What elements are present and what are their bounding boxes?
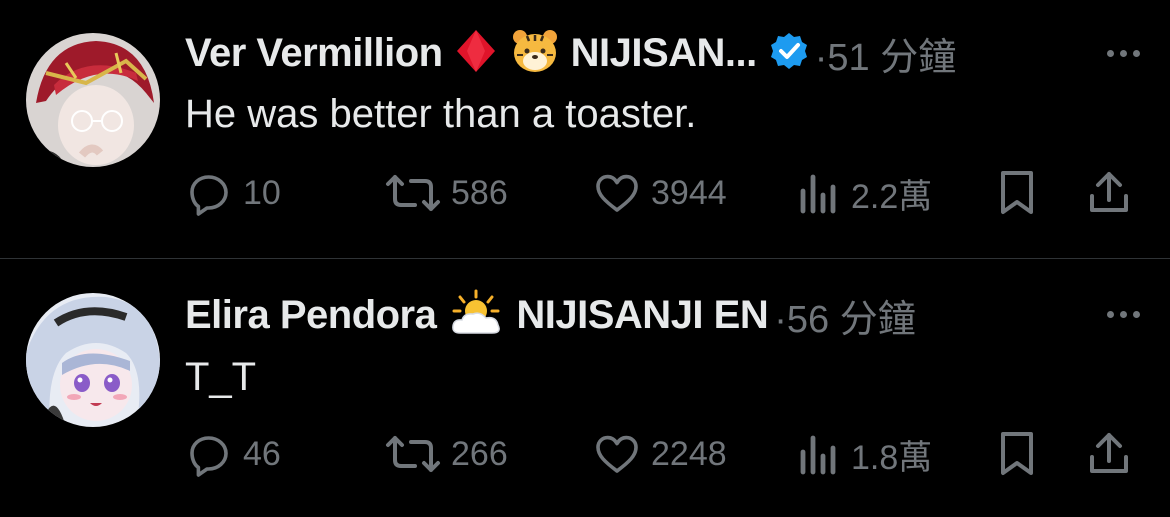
reply-icon <box>190 436 228 477</box>
author-org: NIJISANJI EN <box>516 292 769 337</box>
reply-icon <box>190 175 228 216</box>
author-name[interactable]: Ver Vermillion <box>185 31 443 76</box>
views-button[interactable]: 2.2萬 <box>797 168 932 218</box>
reply-button[interactable]: 10 <box>185 168 281 218</box>
share-button[interactable] <box>1085 429 1133 479</box>
retweet-icon <box>386 175 440 211</box>
bookmark-icon <box>1001 171 1033 214</box>
reply-count: 46 <box>243 434 281 473</box>
views-button[interactable]: 1.8萬 <box>797 429 932 479</box>
more-options-icon[interactable] <box>1107 311 1140 318</box>
retweet-icon <box>386 436 440 472</box>
heart-icon <box>596 174 638 212</box>
bookmark-icon <box>1001 432 1033 475</box>
retweet-button[interactable]: 586 <box>385 168 508 218</box>
tweet-text: T_T <box>185 355 257 399</box>
bookmark-button[interactable] <box>995 429 1039 479</box>
timestamp[interactable]: ·56 分鐘 <box>774 288 915 343</box>
tweet-actions: 10 586 3944 2.2萬 <box>185 168 1140 218</box>
retweet-count: 586 <box>451 173 508 212</box>
more-options-icon[interactable] <box>1107 50 1140 57</box>
tweet[interactable]: Elira Pendora NIJISANJI EN ·56 分鐘 T_T 46… <box>0 259 1170 517</box>
tweet-text: He was better than a toaster. <box>185 92 697 136</box>
verified-badge-icon <box>769 31 809 76</box>
tweet[interactable]: Ver Vermillion NIJISAN... ·51 分鐘 He was … <box>0 0 1170 258</box>
tiger-emoji <box>511 29 559 78</box>
views-icon <box>800 174 836 214</box>
tweet-header: Ver Vermillion NIJISAN... ·51 分鐘 <box>185 29 956 79</box>
avatar[interactable] <box>26 33 160 167</box>
avatar[interactable] <box>26 293 160 427</box>
bookmark-button[interactable] <box>995 168 1039 218</box>
tweet-header: Elira Pendora NIJISANJI EN ·56 分鐘 <box>185 289 916 341</box>
heart-icon <box>596 435 638 473</box>
reply-count: 10 <box>243 173 281 212</box>
timestamp[interactable]: ·51 分鐘 <box>815 26 956 81</box>
share-icon <box>1090 172 1128 212</box>
share-button[interactable] <box>1085 168 1133 218</box>
like-button[interactable]: 3944 <box>593 168 727 218</box>
author-name[interactable]: Elira Pendora <box>185 293 437 338</box>
reply-button[interactable]: 46 <box>185 429 281 479</box>
views-count: 1.8萬 <box>851 438 933 477</box>
share-icon <box>1090 433 1128 473</box>
red-diamond-emoji <box>455 28 497 79</box>
like-count: 3944 <box>651 173 727 212</box>
views-icon <box>800 435 836 475</box>
retweet-button[interactable]: 266 <box>385 429 508 479</box>
like-button[interactable]: 2248 <box>593 429 727 479</box>
sun-behind-cloud-emoji <box>448 289 504 342</box>
views-count: 2.2萬 <box>851 177 933 216</box>
like-count: 2248 <box>651 434 727 473</box>
retweet-count: 266 <box>451 434 508 473</box>
author-org: NIJISAN... <box>570 30 758 75</box>
tweet-actions: 46 266 2248 1.8萬 <box>185 429 1140 479</box>
